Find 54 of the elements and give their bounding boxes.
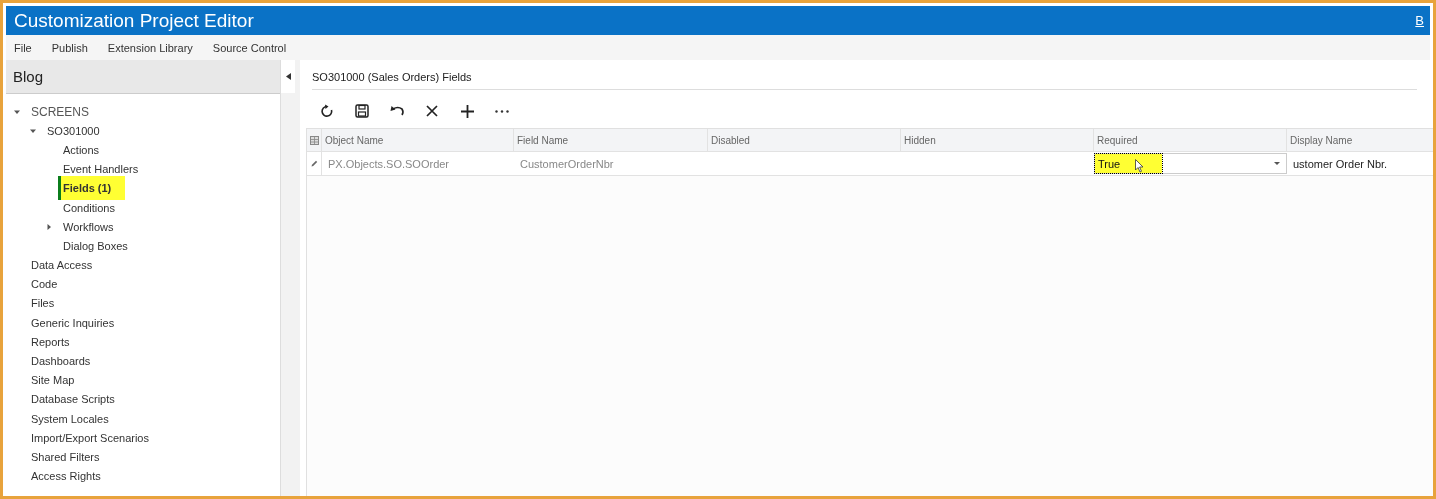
dropdown-caret-icon: [1274, 162, 1280, 165]
tree-item[interactable]: Import/Export Scenarios: [26, 430, 151, 445]
pointer-cursor-icon: [1135, 159, 1145, 173]
tree-item[interactable]: System Locales: [26, 411, 111, 426]
column-header[interactable]: Display Name: [1287, 129, 1433, 151]
tree-item[interactable]: Site Map: [26, 373, 77, 388]
caret-right-icon[interactable]: [46, 223, 52, 230]
table-cell-text: CustomerOrderNbr: [519, 156, 615, 172]
menu-item[interactable]: Extension Library: [107, 41, 193, 54]
caret-left-icon: [285, 73, 291, 80]
tree-item[interactable]: SO301000: [42, 123, 102, 138]
dropdown-field[interactable]: True: [1094, 153, 1287, 174]
close-icon: [426, 105, 438, 117]
table-cell-text: ustomer Order Nbr.: [1292, 156, 1389, 172]
pencil-icon: [310, 160, 318, 167]
undo-icon: [389, 105, 405, 117]
caret-down-icon[interactable]: [30, 127, 36, 134]
tree-item[interactable]: Access Rights: [26, 469, 103, 484]
plus-icon: [460, 104, 474, 118]
tree-item[interactable]: Files: [26, 296, 57, 311]
window-title: Customization Project Editor: [14, 9, 254, 32]
tree-item[interactable]: Conditions: [58, 200, 117, 215]
column-header[interactable]: Disabled: [708, 129, 901, 151]
tree-item[interactable]: Code: [26, 277, 60, 292]
column-header[interactable]: Object Name: [322, 129, 514, 151]
tree-item[interactable]: Database Scripts: [26, 392, 117, 407]
tree-item[interactable]: Dialog Boxes: [58, 238, 130, 253]
table-cell-text: PX.Objects.SO.SOOrder: [327, 156, 451, 172]
refresh-icon: [320, 104, 334, 118]
caret-down-icon[interactable]: [14, 108, 20, 115]
project-name: Blog: [13, 68, 44, 85]
tree-item[interactable]: Generic Inquiries: [26, 315, 117, 330]
tree-item[interactable]: Data Access: [26, 258, 95, 273]
tree-item[interactable]: Event Handlers: [58, 162, 141, 177]
tree-item[interactable]: Actions: [58, 142, 102, 157]
screen-title: SO301000 (Sales Orders) Fields: [312, 70, 472, 83]
column-header[interactable]: Field Name: [514, 129, 708, 151]
column-header[interactable]: Required: [1094, 129, 1287, 151]
save-icon: [355, 104, 369, 118]
tree-item[interactable]: Dashboards: [26, 354, 93, 369]
menu-item[interactable]: Source Control: [212, 41, 287, 54]
tree-item[interactable]: Shared Filters: [26, 449, 102, 464]
collapse-sidebar-button[interactable]: [281, 60, 295, 93]
tree-item[interactable]: SCREENS: [26, 103, 91, 120]
tree-item[interactable]: Reports: [26, 334, 72, 349]
tree-item[interactable]: Fields (1): [58, 176, 126, 201]
tree-item[interactable]: Workflows: [58, 219, 116, 234]
header-link[interactable]: B: [1415, 13, 1424, 28]
more-icon: [495, 109, 509, 113]
column-header[interactable]: Hidden: [901, 129, 1094, 151]
grid-settings-icon[interactable]: [309, 135, 319, 145]
dropdown-value: True: [1095, 154, 1162, 173]
menu-item[interactable]: File: [14, 41, 32, 54]
menu-item[interactable]: Publish: [51, 41, 88, 54]
